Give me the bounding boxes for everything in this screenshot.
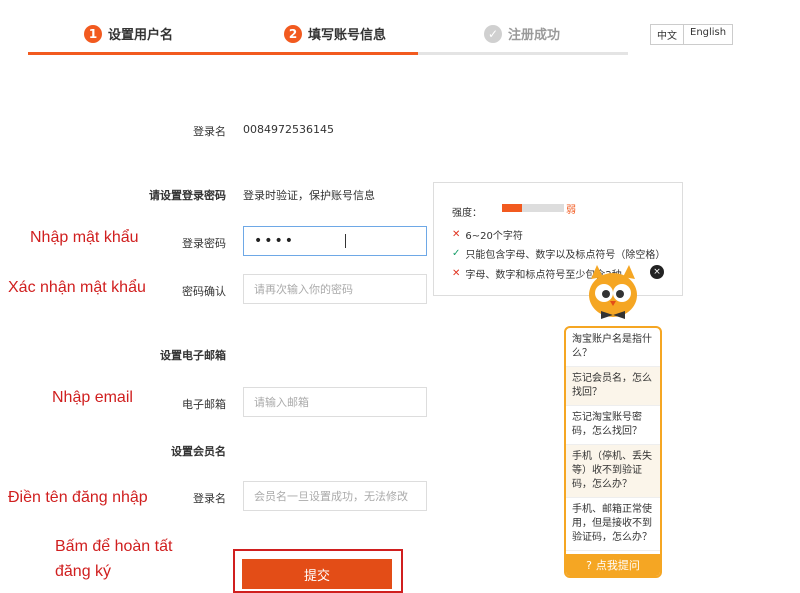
note-email: Nhập email	[52, 389, 133, 406]
step-1-label: 设置用户名	[108, 28, 174, 43]
rule-length-text: 6~20个字符	[465, 231, 523, 242]
email-input[interactable]: 请输入邮箱	[243, 387, 427, 417]
step-2: 2 填写账号信息	[284, 24, 386, 43]
language-switch: 中文 English	[650, 24, 734, 45]
step-2-label: 填写账号信息	[308, 28, 387, 43]
question-icon: ?	[586, 558, 592, 572]
member-placeholder: 会员名一旦设置成功，无法修改	[254, 490, 408, 503]
email-placeholder: 请输入邮箱	[254, 396, 309, 409]
note-password: Nhập mật khẩu	[30, 229, 139, 246]
strength-bar-fill	[502, 204, 522, 212]
progress-done	[28, 52, 418, 55]
mascot-owl-icon	[589, 265, 637, 319]
help-question[interactable]: 手机、邮箱正常使用，但是接收不到验证码，怎么办？	[566, 498, 660, 551]
check-icon: ✓	[484, 24, 502, 43]
member-section-title: 设置会员名	[171, 445, 226, 458]
step-3-label: 注册成功	[508, 28, 561, 43]
help-question[interactable]: 忘记淘宝账号密码，怎么找回？	[566, 406, 660, 445]
cross-icon: ✕	[452, 268, 461, 279]
text-cursor	[345, 234, 346, 248]
password-section-hint: 登录时验证，保护账号信息	[243, 189, 375, 202]
help-question[interactable]: 手机（停机、丢失等）收不到验证码，怎么办？	[566, 445, 660, 498]
lang-zh-button[interactable]: 中文	[651, 25, 683, 44]
email-section-title: 设置电子邮箱	[160, 349, 226, 362]
note-submit-line1: Bấm để hoàn tất	[55, 538, 173, 555]
password-section-title: 请设置登录密码	[149, 189, 226, 202]
ask-question-button[interactable]: ? 点我提问	[566, 554, 660, 576]
help-question[interactable]: 忘记会员名，怎么找回？	[566, 367, 660, 406]
ask-question-label: 点我提问	[595, 559, 640, 572]
confirm-password-input[interactable]: 请再次输入你的密码	[243, 274, 427, 304]
rule-length: ✕ 6~20个字符	[452, 227, 523, 242]
note-submit-line2: đăng ký	[55, 563, 112, 580]
strength-value: 弱	[566, 205, 576, 216]
submit-button[interactable]: 提交	[242, 559, 392, 589]
login-label: 登录名	[193, 125, 226, 138]
password-input[interactable]: ••••	[243, 226, 427, 256]
step-2-number: 2	[284, 24, 302, 43]
close-icon[interactable]: ×	[650, 265, 664, 279]
note-confirm: Xác nhận mật khẩu	[8, 279, 146, 296]
rule-charset-text: 只能包含字母、数字以及标点符号（除空格）	[465, 250, 666, 261]
step-1-number: 1	[84, 24, 102, 43]
progress-remaining	[418, 52, 628, 55]
confirm-placeholder: 请再次输入你的密码	[254, 283, 353, 296]
help-question[interactable]: 淘宝账户名是指什么？	[566, 328, 660, 367]
cross-icon: ✕	[452, 229, 461, 240]
step-1: 1 设置用户名	[84, 24, 173, 43]
step-3: ✓ 注册成功	[484, 24, 560, 43]
password-value: ••••	[254, 233, 296, 249]
help-panel: 淘宝账户名是指什么？ 忘记会员名，怎么找回？ 忘记淘宝账号密码，怎么找回？ 手机…	[564, 326, 662, 578]
login-value: 0084972536145	[243, 123, 334, 136]
step-bar: 1 设置用户名 2 填写账号信息 ✓ 注册成功 中文 English	[0, 0, 800, 58]
password-strength-tooltip: 强度： 弱 ✕ 6~20个字符 ✓ 只能包含字母、数字以及标点符号（除空格） ✕…	[433, 182, 683, 296]
rule-charset: ✓ 只能包含字母、数字以及标点符号（除空格）	[452, 246, 665, 261]
strength-label: 强度：	[452, 208, 482, 219]
lang-en-button[interactable]: English	[683, 25, 733, 44]
member-name-input[interactable]: 会员名一旦设置成功，无法修改	[243, 481, 427, 511]
check-icon: ✓	[452, 248, 461, 259]
note-username: Điền tên đăng nhập	[8, 489, 148, 506]
